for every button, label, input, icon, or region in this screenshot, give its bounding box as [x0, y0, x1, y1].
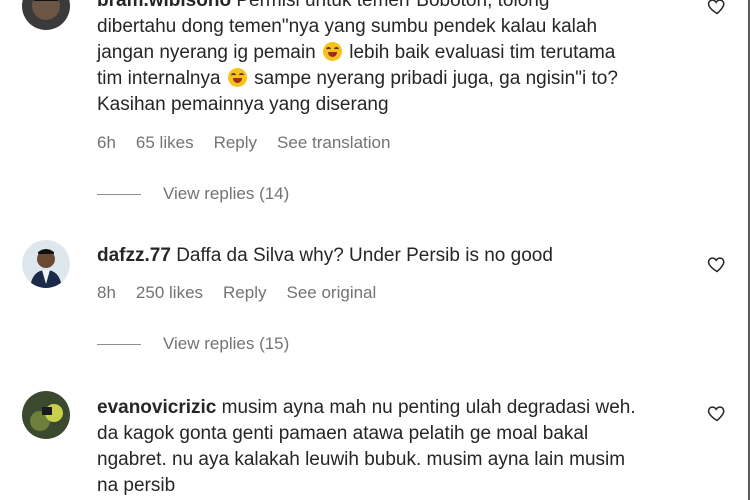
comment-text: evanovicrizic musim ayna mah nu penting …: [97, 397, 636, 496]
comment-text: bram.wibisono Permisi untuk temen"Boboto…: [97, 0, 697, 118]
heart-icon[interactable]: [707, 403, 727, 423]
laughing-emoji-icon: [227, 68, 247, 87]
username[interactable]: bram.wibisono: [97, 0, 231, 11]
comment-meta: 8h 250 likes Reply See original: [97, 283, 376, 303]
reply-button[interactable]: Reply: [214, 133, 257, 153]
divider-line: [97, 193, 141, 195]
view-replies-button[interactable]: View replies (15): [97, 334, 289, 354]
likes-count[interactable]: 65 likes: [136, 133, 194, 153]
username[interactable]: evanovicrizic: [97, 397, 216, 418]
avatar[interactable]: [22, 240, 70, 288]
view-replies-button[interactable]: View replies (14): [97, 184, 289, 204]
username[interactable]: dafzz.77: [97, 245, 171, 266]
laughing-emoji-icon: [322, 42, 342, 61]
avatar[interactable]: [22, 391, 70, 439]
see-original-button[interactable]: See original: [287, 283, 377, 303]
heart-icon[interactable]: [707, 254, 727, 274]
likes-count[interactable]: 250 likes: [136, 283, 203, 303]
avatar[interactable]: [22, 0, 70, 30]
comment-meta: 6h 65 likes Reply See translation: [97, 133, 390, 153]
timestamp: 6h: [97, 133, 116, 152]
reply-button[interactable]: Reply: [223, 283, 266, 303]
comment-text: dafzz.77 Daffa da Silva why? Under Persi…: [97, 245, 553, 266]
divider-line: [97, 343, 141, 345]
see-translation-button[interactable]: See translation: [277, 133, 390, 153]
timestamp: 8h: [97, 283, 116, 302]
heart-icon[interactable]: [707, 0, 727, 16]
